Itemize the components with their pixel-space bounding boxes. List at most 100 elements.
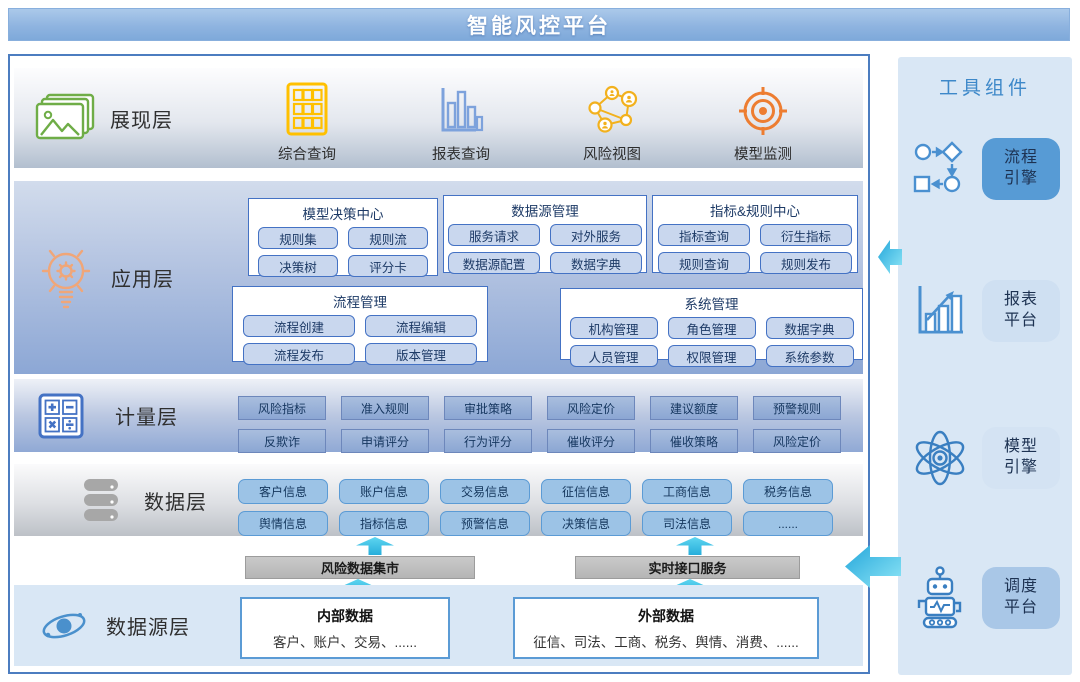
smart-risk-platform-diagram: 智能风控平台 展现层 [0,0,1080,682]
app-item: 数据源配置 [448,252,540,274]
risk-data-mart-label: 风险数据集市 [321,558,399,577]
data-item: 工商信息 [642,479,732,504]
application-layer-band: 应用层 模型决策中心 规则集 规则流 决策树 评分卡 数据源管理 服务请求 对外… [14,181,863,374]
tool-scheduling-platform: 调度 平台 [898,565,1072,631]
app-item: 规则流 [348,227,428,249]
app-item: 规则查询 [658,252,750,274]
measurement-layer-label: 计量层 [115,401,178,430]
tool-button-process-engine: 流程 引擎 [982,138,1060,200]
measurement-item: 建议额度 [650,396,738,420]
app-item: 服务请求 [448,224,540,246]
internal-data-desc: 客户、账户、交易、...... [242,631,448,651]
measurement-layer-head: 计量层 [38,379,178,452]
app-item: 指标查询 [658,224,750,246]
app-group-process-mgmt: 流程管理 流程创建 流程编辑 流程发布 版本管理 [232,286,488,362]
calculator-icon [38,393,84,439]
external-data-box: 外部数据 征信、司法、工商、税务、舆情、消费、...... [513,597,819,659]
app-item: 规则集 [258,227,338,249]
presentation-item-risk-view: 风险视图 [552,80,672,164]
external-data-desc: 征信、司法、工商、税务、舆情、消费、...... [515,631,817,651]
app-item: 流程编辑 [365,315,477,337]
app-item: 规则发布 [760,252,852,274]
internal-data-title: 内部数据 [242,606,448,626]
photos-icon [34,93,96,143]
application-layer-label: 应用层 [111,263,174,292]
sidebar-title: 工具组件 [898,73,1072,100]
tool-model-engine: 模型 引擎 [898,427,1072,489]
tool-button-scheduling-platform: 调度 平台 [982,567,1060,629]
tool-label-line: 平台 [1004,311,1038,332]
realtime-interface-service-bar: 实时接口服务 [575,556,800,579]
measurement-item: 准入规则 [341,396,429,420]
lightbulb-gear-icon [37,240,95,316]
datasource-layer-label: 数据源层 [106,611,190,640]
tool-label-line: 引擎 [1004,458,1038,479]
platform-title: 智能风控平台 [467,10,611,40]
tool-label-line: 流程 [1004,148,1038,169]
presentation-item-report-query: 报表查询 [401,80,521,164]
measurement-item: 审批策略 [444,396,532,420]
bar-chart-icon [437,80,485,136]
data-item: 征信信息 [541,479,631,504]
app-group-title: 指标&规则中心 [653,200,857,220]
left-arrow-icon [845,545,901,588]
measurement-item: 风险定价 [547,396,635,420]
left-arrow-icon [878,240,902,274]
internal-data-box: 内部数据 客户、账户、交易、...... [240,597,450,659]
app-item: 机构管理 [570,317,658,339]
app-item: 版本管理 [365,343,477,365]
presentation-layer-label: 展现层 [110,104,173,133]
target-icon [738,80,788,136]
up-arrow-icon [353,537,397,555]
tool-label-line: 引擎 [1004,169,1038,190]
app-group-datasource-mgmt: 数据源管理 服务请求 对外服务 数据源配置 数据字典 [443,195,647,273]
presentation-item-combined-query: 综合查询 [247,80,367,164]
data-item: ...... [743,511,833,536]
app-item: 数据字典 [766,317,854,339]
measurement-item: 反欺诈 [238,429,326,453]
data-item: 司法信息 [642,511,732,536]
application-layer-head: 应用层 [37,181,174,374]
app-item: 角色管理 [668,317,756,339]
measurement-item: 预警规则 [753,396,841,420]
up-arrow-icon [673,537,717,555]
measurement-item: 催收策略 [650,429,738,453]
tool-label-line: 平台 [1004,598,1038,619]
presentation-item-model-monitor: 模型监测 [703,80,823,164]
tool-process-engine: 流程 引擎 [898,138,1072,200]
platform-title-banner: 智能风控平台 [8,8,1070,41]
app-group-indicator-rule-center: 指标&规则中心 指标查询 衍生指标 规则查询 规则发布 [652,195,858,273]
main-architecture-panel: 展现层 综合查 [8,54,870,674]
report-chart-icon [898,282,982,340]
presentation-item-label: 综合查询 [278,143,336,164]
app-item: 决策树 [258,255,338,277]
app-group-title: 流程管理 [233,291,487,311]
risk-data-mart-bar: 风险数据集市 [245,556,475,579]
flowchart-icon [898,139,982,199]
galaxy-icon [39,602,89,650]
app-item: 流程创建 [243,315,355,337]
tool-button-model-engine: 模型 引擎 [982,427,1060,489]
data-item: 指标信息 [339,511,429,536]
app-group-title: 模型决策中心 [249,203,437,223]
tool-components-sidebar: 工具组件 流程 [898,57,1072,675]
data-item: 舆情信息 [238,511,328,536]
app-item: 对外服务 [550,224,642,246]
presentation-item-label: 模型监测 [734,143,792,164]
measurement-items-grid: 风险指标 准入规则 审批策略 风险定价 建议额度 预警规则 反欺诈 申请评分 行… [238,396,841,453]
network-icon [584,80,640,136]
data-item: 账户信息 [339,479,429,504]
data-item: 决策信息 [541,511,631,536]
presentation-item-label: 报表查询 [432,143,490,164]
robot-icon [898,565,982,631]
database-icon [81,475,121,525]
app-item: 流程发布 [243,343,355,365]
app-item: 数据字典 [550,252,642,274]
tool-label-line: 报表 [1004,290,1038,311]
app-item: 系统参数 [766,345,854,367]
tool-label-line: 模型 [1004,437,1038,458]
external-data-title: 外部数据 [515,606,817,626]
datasource-layer-head: 数据源层 [39,585,190,666]
app-group-title: 数据源管理 [444,200,646,220]
measurement-item: 申请评分 [341,429,429,453]
